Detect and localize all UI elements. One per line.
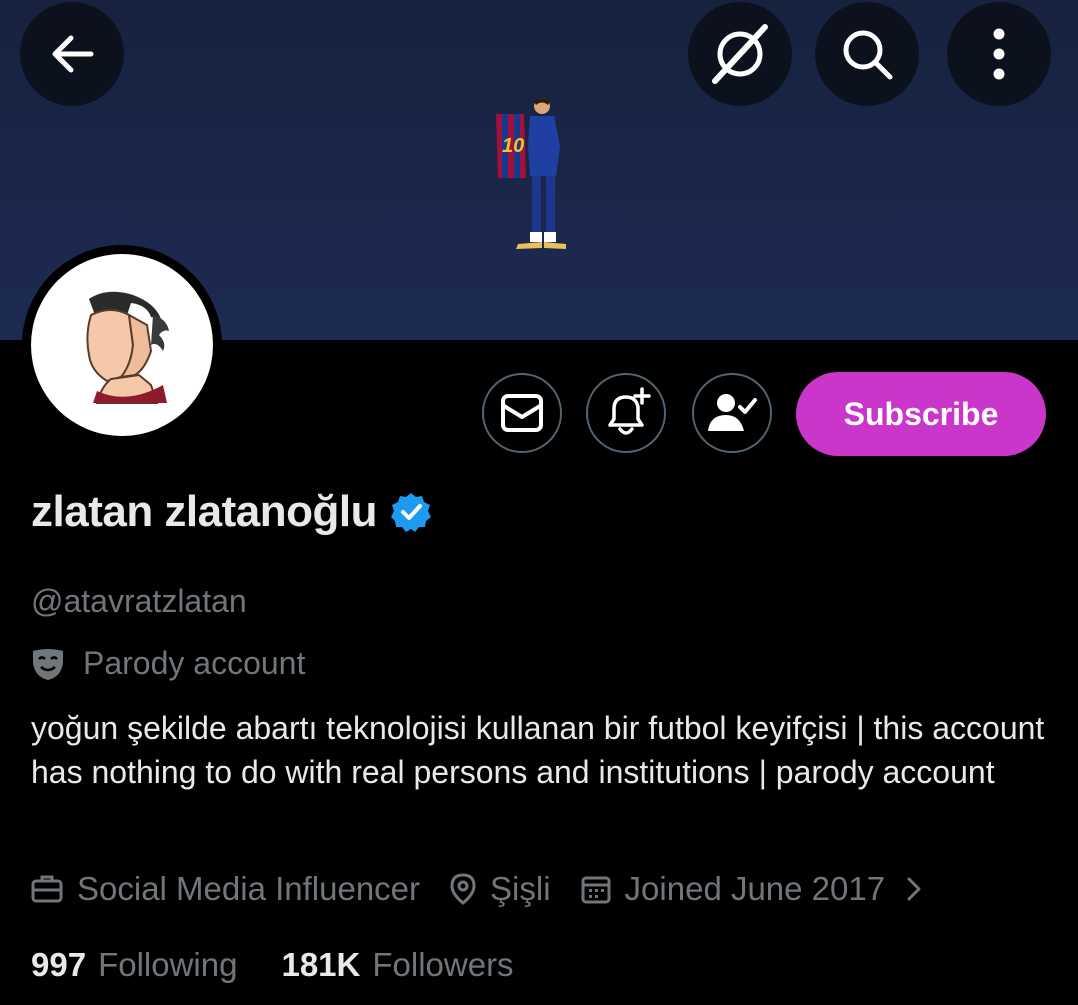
- category-text: Social Media Influencer: [77, 870, 421, 907]
- following-button[interactable]: [692, 373, 772, 453]
- more-vertical-icon: [993, 28, 1005, 80]
- user-check-icon: [708, 394, 757, 431]
- banner-player-illustration: 10: [496, 98, 566, 249]
- profile-name: zlatan zlatanoğlu: [31, 487, 377, 536]
- calendar-icon: [581, 876, 611, 904]
- briefcase-icon: [31, 875, 63, 903]
- grok-icon: [712, 24, 768, 84]
- location-text: Şişli: [490, 870, 551, 907]
- parody-label-row[interactable]: Parody account: [31, 645, 305, 682]
- mask-icon: [33, 648, 63, 680]
- more-button[interactable]: [947, 2, 1051, 106]
- location-pin-icon: [450, 873, 476, 905]
- jersey-number: 10: [502, 135, 524, 157]
- parody-label: Parody account: [83, 645, 306, 681]
- followers-label: Followers: [372, 946, 514, 983]
- bell-plus-icon: [608, 387, 651, 435]
- search-button[interactable]: [815, 2, 919, 106]
- avatar[interactable]: [22, 245, 222, 445]
- verified-badge-icon[interactable]: [390, 492, 431, 532]
- back-button[interactable]: [20, 2, 124, 106]
- notify-button[interactable]: [586, 373, 666, 453]
- following-count: 997: [31, 946, 87, 983]
- profile-name-row: zlatan zlatanoğlu: [31, 487, 431, 537]
- grok-button[interactable]: [688, 2, 792, 106]
- avatar-image: [31, 254, 213, 436]
- followers-count: 181K: [281, 946, 361, 983]
- meta-category: Social Media Influencer: [31, 870, 420, 908]
- message-button[interactable]: [482, 373, 562, 453]
- arrow-left-icon: [52, 35, 94, 73]
- profile-meta-row: Social Media Influencer Şişli Joined Jun…: [31, 870, 969, 908]
- meta-joined[interactable]: Joined June 2017: [581, 870, 940, 908]
- following-link[interactable]: 997 Following: [31, 946, 281, 984]
- profile-handle: @atavratzlatan: [31, 583, 247, 619]
- envelope-icon: [501, 394, 543, 432]
- search-icon: [843, 30, 893, 80]
- profile-stats-row: 997 Following 181K Followers: [31, 946, 558, 984]
- chevron-right-icon[interactable]: [903, 874, 925, 904]
- profile-bio: yoğun şekilde abartı teknolojisi kullana…: [31, 710, 1045, 790]
- followers-link[interactable]: 181K Followers: [281, 946, 557, 984]
- following-label: Following: [98, 946, 238, 983]
- joined-text: Joined June 2017: [624, 870, 886, 907]
- avatar-portrait-illustration: [86, 291, 169, 404]
- subscribe-button[interactable]: Subscribe: [796, 372, 1046, 456]
- meta-location: Şişli: [450, 870, 551, 908]
